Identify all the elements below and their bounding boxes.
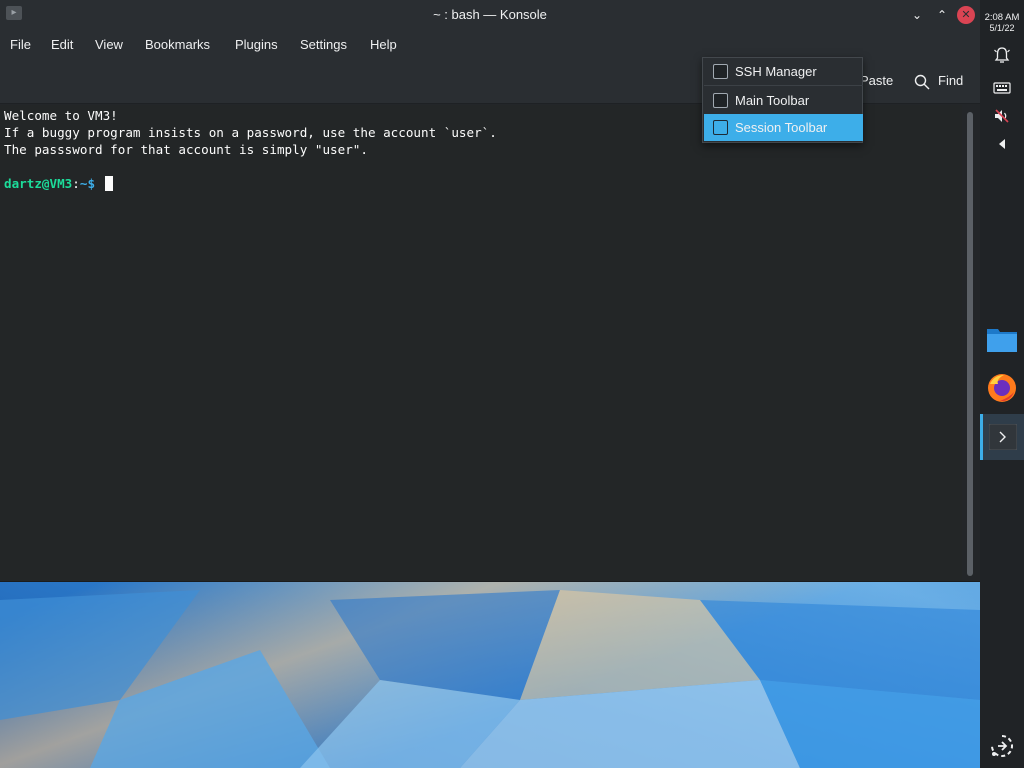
main-toolbar-checkbox[interactable] bbox=[713, 93, 728, 108]
application-launcher-icon[interactable] bbox=[989, 733, 1015, 759]
terminal-scrollbar-thumb[interactable] bbox=[967, 112, 973, 576]
clock-time[interactable]: 2:08 AM bbox=[980, 12, 1024, 23]
menu-item-label: SSH Manager bbox=[735, 64, 817, 79]
menu-item-label: Session Toolbar bbox=[735, 120, 828, 135]
menu-view[interactable]: View bbox=[95, 37, 123, 52]
plasma-panel: 2:08 AM 5/1/22 bbox=[980, 0, 1024, 768]
terminal-line: If a buggy program insists on a password… bbox=[4, 125, 497, 140]
paste-button[interactable]: Paste bbox=[860, 73, 893, 88]
firefox-icon[interactable] bbox=[986, 372, 1018, 404]
clock-date[interactable]: 5/1/22 bbox=[980, 23, 1024, 33]
menu-settings[interactable]: Settings bbox=[300, 37, 347, 52]
find-button[interactable]: Find bbox=[938, 73, 963, 88]
prompt-symbol: $ bbox=[87, 176, 96, 191]
notifications-icon[interactable] bbox=[992, 45, 1012, 65]
konsole-task-icon bbox=[989, 424, 1017, 450]
menu-item-ssh-manager[interactable]: SSH Manager bbox=[704, 58, 863, 85]
prompt-separator: : bbox=[72, 176, 80, 191]
terminal-line: Welcome to VM3! bbox=[4, 108, 118, 123]
terminal-line: The passsword for that account is simply… bbox=[4, 142, 368, 157]
prompt-user-host: dartz@VM3 bbox=[4, 176, 73, 191]
konsole-task-button[interactable] bbox=[980, 414, 1024, 460]
keyboard-icon[interactable] bbox=[992, 78, 1012, 98]
menu-bookmarks[interactable]: Bookmarks bbox=[145, 37, 210, 52]
menu-bar: File Edit View Bookmarks Plugins Setting… bbox=[0, 30, 980, 58]
menu-plugins[interactable]: Plugins bbox=[235, 37, 278, 52]
expand-tray-icon[interactable] bbox=[992, 134, 1012, 154]
title-bar[interactable]: ▸ ~ : bash — Konsole ⌄ ⌃ ✕ bbox=[0, 0, 980, 30]
search-icon[interactable] bbox=[914, 74, 930, 90]
volume-muted-icon[interactable] bbox=[992, 106, 1012, 126]
close-button[interactable]: ✕ bbox=[957, 6, 975, 24]
toolbar-visibility-menu: SSH Manager Main Toolbar Session Toolbar bbox=[702, 57, 863, 143]
menu-item-label: Main Toolbar bbox=[735, 93, 810, 108]
terminal-display[interactable]: Welcome to VM3! If a buggy program insis… bbox=[0, 105, 962, 581]
menu-separator bbox=[704, 85, 863, 86]
menu-help[interactable]: Help bbox=[370, 37, 397, 52]
menu-item-main-toolbar[interactable]: Main Toolbar bbox=[704, 87, 863, 114]
menu-edit[interactable]: Edit bbox=[51, 37, 73, 52]
text-cursor bbox=[104, 176, 113, 191]
maximize-button[interactable]: ⌃ bbox=[933, 6, 951, 24]
terminal-prompt: dartz@VM3:~$ bbox=[4, 175, 113, 192]
window-title: ~ : bash — Konsole bbox=[433, 7, 547, 22]
minimize-button[interactable]: ⌄ bbox=[908, 6, 926, 24]
file-manager-icon[interactable] bbox=[986, 325, 1018, 353]
session-toolbar-checkbox[interactable] bbox=[713, 120, 728, 135]
menu-item-session-toolbar[interactable]: Session Toolbar bbox=[704, 114, 863, 141]
menu-file[interactable]: File bbox=[10, 37, 31, 52]
ssh-manager-checkbox[interactable] bbox=[713, 64, 728, 79]
